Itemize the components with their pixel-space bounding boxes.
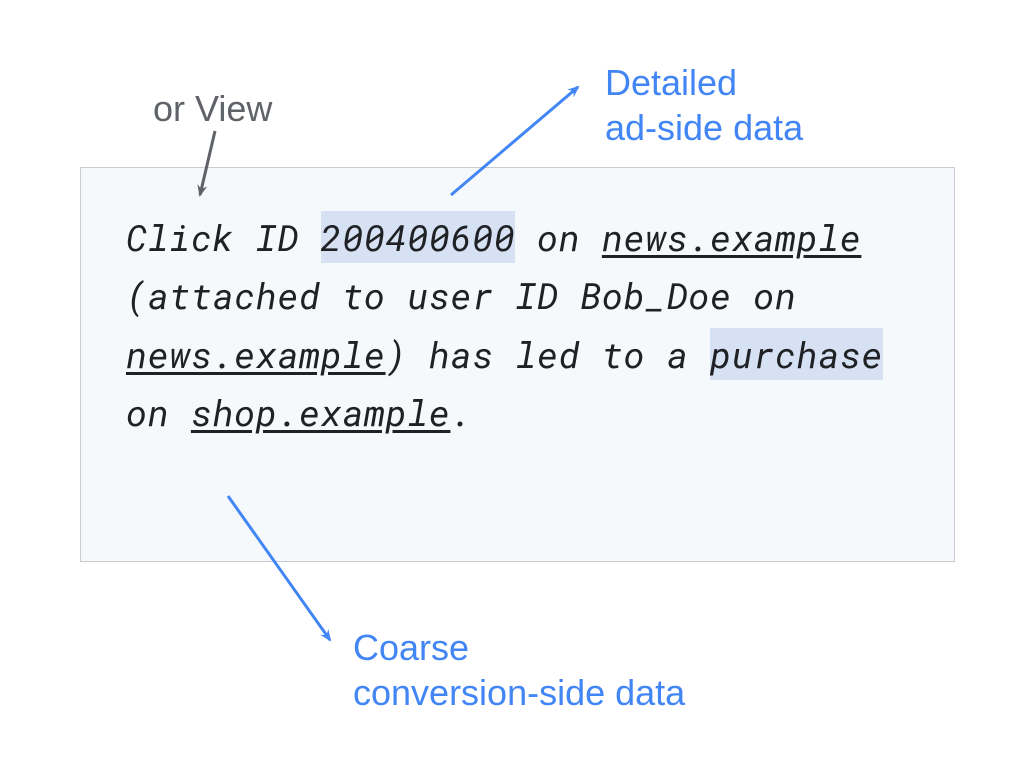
text-period: . xyxy=(450,388,472,436)
annotation-line-2: ad-side data xyxy=(605,107,803,148)
attribution-report-box: Click ID 200400600 on news.example (atta… xyxy=(80,167,955,562)
annotation-line-1: Coarse xyxy=(353,627,469,668)
annotation-detailed-ad-side: Detailed ad-side data xyxy=(605,60,803,150)
annotation-or-view: or View xyxy=(153,86,272,131)
annotation-line-2: conversion-side data xyxy=(353,672,685,713)
click-id-value: 200400600 xyxy=(321,211,516,263)
text-on-2: on xyxy=(126,388,191,436)
annotation-coarse-conversion: Coarse conversion-side data xyxy=(353,625,685,715)
report-text: Click ID 200400600 on news.example (atta… xyxy=(126,208,909,441)
text-led-to: ) has led to a xyxy=(386,330,710,378)
text-on-1: on xyxy=(515,213,602,261)
text-attached: (attached to user ID Bob_Doe on xyxy=(126,271,797,319)
conversion-event: purchase xyxy=(710,328,883,380)
publisher-site-2: news.example xyxy=(126,330,386,378)
annotation-line-1: Detailed xyxy=(605,62,737,103)
advertiser-site: shop.example xyxy=(191,388,451,436)
publisher-site-1: news.example xyxy=(602,213,862,261)
text-click-id-label: Click ID xyxy=(126,213,321,261)
